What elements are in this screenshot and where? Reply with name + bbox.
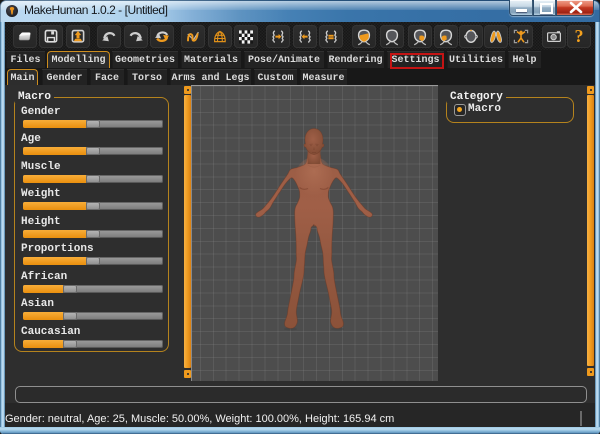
svg-text:?: ? bbox=[574, 26, 583, 46]
